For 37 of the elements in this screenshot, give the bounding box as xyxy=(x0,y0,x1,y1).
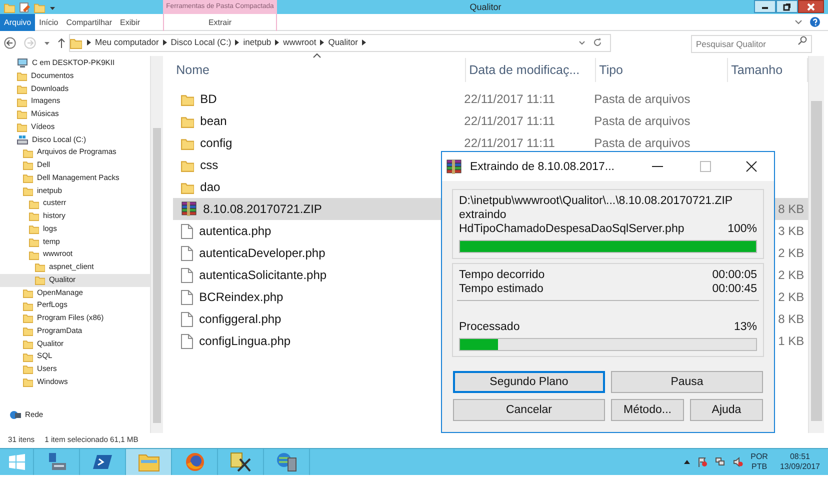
type-cell-text: Pasta de arquivos xyxy=(593,91,692,108)
file-name: HdTipoChamadoDespesaDaoSqlServer.php xyxy=(459,222,684,236)
size-cell-text: 2 KB xyxy=(778,289,804,306)
size-cell-text: 2 KB xyxy=(778,267,804,284)
file-name: 8.10.08.20170721.ZIP xyxy=(203,201,322,218)
file-name: BCReindex.php xyxy=(199,289,284,306)
elapsed-label: Tempo decorrido xyxy=(459,268,545,282)
file-name: config xyxy=(200,135,232,152)
file-name: BD xyxy=(200,91,217,108)
size-cell-text: 3 KB xyxy=(778,223,804,240)
window-title: Qualitor xyxy=(468,1,502,14)
processed-label: Processado xyxy=(459,320,520,334)
elapsed-time: 00:00:05 xyxy=(712,268,757,282)
file-path: D:\inetpub\wwwroot\Qualitor\...\8.10.08.20170721.ZIP xyxy=(459,194,734,208)
size-cell-text: 2 KB xyxy=(778,245,804,262)
file-name: autenticaSolicitante.php xyxy=(199,267,327,284)
type-cell-text: Pasta de arquivos xyxy=(593,113,692,130)
size-cell-text: 8 KB xyxy=(778,311,804,328)
file-name: autenticaDeveloper.php xyxy=(199,245,326,262)
percent-text: 100% xyxy=(728,222,757,236)
file-name: dao xyxy=(200,179,220,196)
type-cell-text: Pasta de arquivos xyxy=(593,135,692,152)
percent-text: 13% xyxy=(734,320,757,334)
file-name: autentica.php xyxy=(199,223,272,240)
size-cell-text: 1 KB xyxy=(778,333,804,350)
file-name: bean xyxy=(200,113,227,130)
date-cell-text: 22/11/2017 11:11 xyxy=(463,91,556,108)
file-name: css xyxy=(200,157,218,174)
file-name: configgeral.php xyxy=(199,311,282,328)
status-text: extraindo xyxy=(459,208,508,222)
dialog-title: Extraindo de 8.10.08.2017... xyxy=(470,160,614,174)
estimated-time: 00:00:45 xyxy=(712,282,757,296)
date-cell-text: 22/11/2017 11:11 xyxy=(463,113,556,130)
file-name: configLingua.php xyxy=(199,333,291,350)
date-cell-text: 22/11/2017 11:11 xyxy=(463,135,556,152)
estimated-label: Tempo estimado xyxy=(459,282,544,296)
size-cell-text: 8 KB xyxy=(778,201,804,218)
